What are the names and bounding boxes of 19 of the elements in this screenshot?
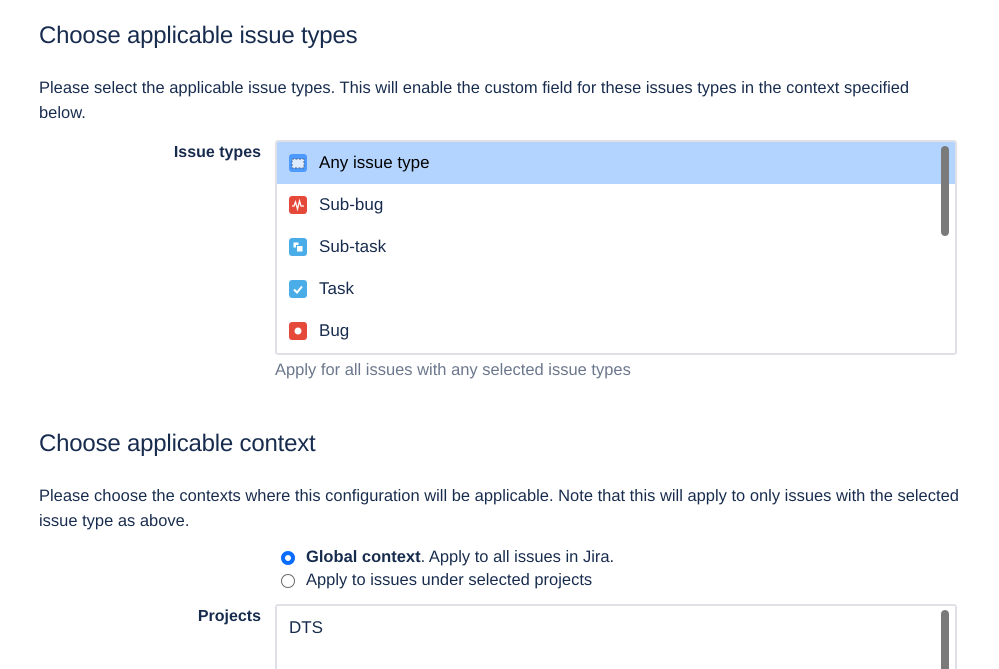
projects-listbox[interactable]: DTS: [275, 604, 957, 669]
pulse-icon: [289, 196, 307, 214]
scrollbar-thumb[interactable]: [941, 146, 949, 236]
radio-label[interactable]: Global context. Apply to all issues in Jira.: [306, 548, 614, 567]
checkmark-icon: [289, 280, 307, 298]
list-option[interactable]: Any issue type: [277, 142, 955, 184]
radio-button[interactable]: [281, 550, 295, 564]
section-description: Please choose the contexts where this configuration will be applicable. Note that this will apply to only issues with the selected issue type as above.: [39, 486, 959, 532]
overlapping-squares-icon: [289, 238, 307, 256]
dashed-square-icon: [289, 154, 307, 172]
section-description: Please select the applicable issue types. This will enable the custom field for these issues types in the context specified below.: [39, 78, 910, 124]
field-label: Issue types: [174, 143, 261, 163]
issue-types-listbox[interactable]: Any issue type Sub-bug Sub-task Task Bug: [275, 140, 957, 355]
radio-label[interactable]: Apply to issues under selected projects: [306, 571, 592, 590]
field-label: Projects: [198, 607, 261, 627]
section-heading: Choose applicable issue types: [39, 22, 358, 50]
radio-button[interactable]: [281, 574, 295, 588]
section-heading: Choose applicable context: [39, 430, 317, 458]
help-text: Apply for all issues with any selected issue types: [275, 361, 632, 380]
